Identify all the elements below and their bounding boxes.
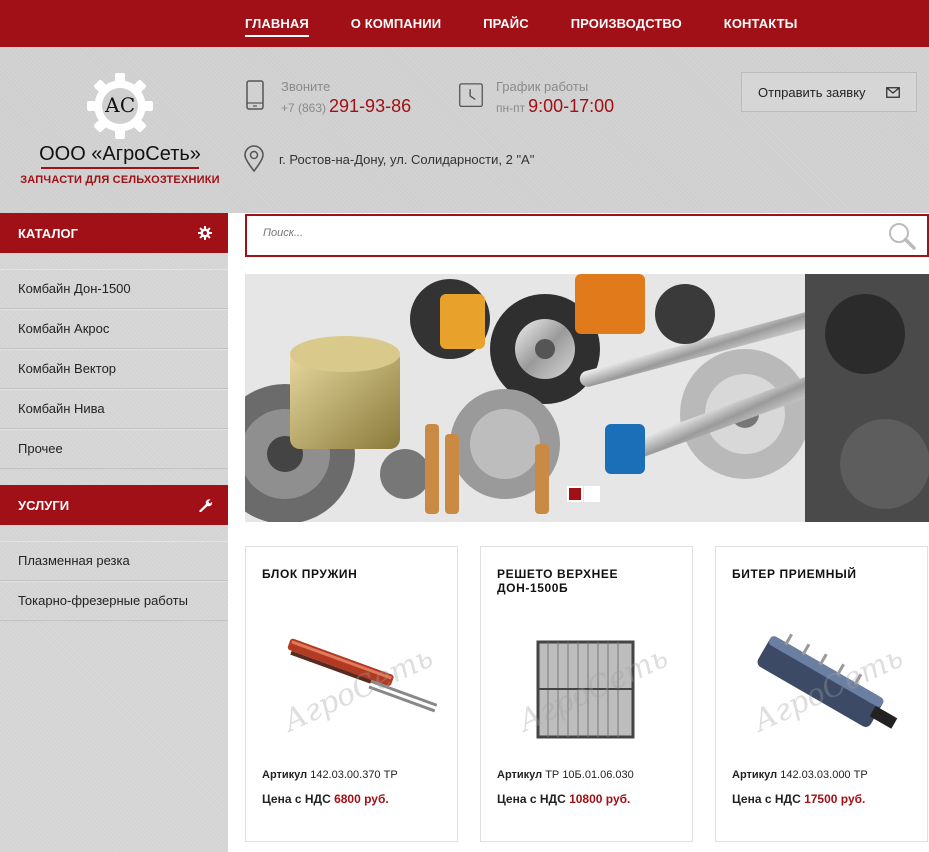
nav-item-production[interactable]: ПРОИЗВОДСТВО: [571, 0, 682, 47]
company-underline: [41, 167, 199, 169]
header: АС ООО «АгроСеть» ЗАПЧАСТИ ДЛЯ СЕЛЬХОЗТЕ…: [0, 47, 929, 213]
sku-label: Артикул: [497, 769, 543, 781]
search-bar: [245, 214, 929, 257]
slider-dot-1[interactable]: [567, 486, 583, 502]
slider-dot-2[interactable]: [584, 486, 600, 502]
send-request-button[interactable]: Отправить заявку: [741, 72, 917, 112]
price-value: 10800 руб.: [569, 792, 631, 806]
catalog-list: Комбайн Дон-1500 Комбайн Акрос Комбайн В…: [0, 253, 228, 485]
phone-prefix: +7 (863): [281, 101, 327, 115]
nav-item-price[interactable]: ПРАЙС: [483, 0, 529, 47]
product-card[interactable]: РЕШЕТО ВЕРХНЕЕ ДОН-1500Б АгроСеть Артику…: [480, 546, 693, 842]
phone-value[interactable]: +7 (863) 291-93-86: [281, 95, 411, 119]
product-title: БИТЕР ПРИЕМНЫЙ: [732, 567, 857, 581]
address-block: г. Ростов-на-Дону, ул. Солидарности, 2 "…: [243, 145, 534, 173]
top-nav: ГЛАВНАЯ О КОМПАНИИ ПРАЙС ПРОИЗВОДСТВО КО…: [0, 0, 929, 47]
sku-label: Артикул: [262, 769, 308, 781]
slider-dots: [567, 486, 601, 502]
catalog-header[interactable]: КАТАЛОГ: [0, 213, 228, 253]
service-item-plasma[interactable]: Плазменная резка: [0, 541, 228, 581]
price-value: 6800 руб.: [334, 792, 389, 806]
services-list: Плазменная резка Токарно-фрезерные работ…: [0, 525, 228, 621]
sku-value: 142.03.00.370 ТР: [310, 769, 398, 781]
company-name: ООО «АгроСеть»: [39, 143, 201, 165]
product-title: РЕШЕТО ВЕРХНЕЕ ДОН-1500Б: [497, 567, 619, 595]
envelope-icon: [886, 86, 900, 98]
product-image: АгроСеть: [728, 617, 918, 757]
hero-banner[interactable]: [245, 274, 929, 522]
phone-label: Звоните: [281, 79, 331, 94]
nav-item-about[interactable]: О КОМПАНИИ: [351, 0, 441, 47]
nav-items: ГЛАВНАЯ О КОМПАНИИ ПРАЙС ПРОИЗВОДСТВО КО…: [245, 0, 839, 47]
sku-value: ТР 10Б.01.06.030: [545, 769, 634, 781]
phone-icon: [246, 80, 264, 110]
send-request-label: Отправить заявку: [758, 84, 866, 100]
product-card[interactable]: БИТЕР ПРИЕМНЫЙ АгроСеть Артикул 142.03.0…: [715, 546, 928, 842]
logo-letters: АС: [105, 93, 135, 117]
price-label: Цена с НДС: [262, 792, 331, 806]
nav-item-contacts[interactable]: КОНТАКТЫ: [724, 0, 798, 47]
wrench-icon: [199, 499, 212, 512]
catalog-item-vector[interactable]: Комбайн Вектор: [0, 349, 228, 389]
product-title: БЛОК ПРУЖИН: [262, 567, 358, 581]
product-price: Цена с НДС 17500 руб.: [732, 792, 865, 806]
schedule-block: График работы пн-пт 9:00-17:00: [458, 79, 614, 119]
product-price: Цена с НДС 6800 руб.: [262, 792, 389, 806]
product-image: АгроСеть: [258, 617, 448, 757]
price-value: 17500 руб.: [804, 792, 866, 806]
search-input[interactable]: [263, 227, 863, 239]
product-sku: Артикул 142.03.03.000 ТР: [732, 769, 868, 781]
spare-parts-image: [245, 274, 929, 522]
sku-label: Артикул: [732, 769, 778, 781]
product-sku: Артикул 142.03.00.370 ТР: [262, 769, 398, 781]
catalog-item-don1500[interactable]: Комбайн Дон-1500: [0, 269, 228, 309]
schedule-value: пн-пт 9:00-17:00: [496, 95, 614, 119]
gear-icon: [198, 226, 212, 240]
phone-block: Звоните +7 (863) 291-93-86: [243, 79, 411, 119]
price-label: Цена с НДС: [497, 792, 566, 806]
services-title: УСЛУГИ: [18, 497, 70, 513]
schedule-hours: 9:00-17:00: [528, 96, 615, 116]
map-pin-icon: [244, 145, 264, 173]
search-icon[interactable]: [887, 221, 917, 251]
address-text: г. Ростов-на-Дону, ул. Солидарности, 2 "…: [279, 151, 535, 167]
catalog-title: КАТАЛОГ: [18, 225, 78, 241]
sku-value: 142.03.03.000 ТР: [780, 769, 868, 781]
catalog-item-niva[interactable]: Комбайн Нива: [0, 389, 228, 429]
nav-item-home[interactable]: ГЛАВНАЯ: [245, 0, 309, 47]
clock-icon: [459, 83, 483, 108]
company-tagline: ЗАПЧАСТИ ДЛЯ СЕЛЬХОЗТЕХНИКИ: [20, 174, 220, 186]
product-image: АгроСеть: [493, 617, 683, 757]
product-price: Цена с НДС 10800 руб.: [497, 792, 630, 806]
product-sku: Артикул ТР 10Б.01.06.030: [497, 769, 634, 781]
service-item-milling[interactable]: Токарно-фрезерные работы: [0, 581, 228, 621]
catalog-item-acros[interactable]: Комбайн Акрос: [0, 309, 228, 349]
phone-number: 291-93-86: [329, 96, 412, 116]
sidebar: КАТАЛОГ Комбайн Дон-1500 Комбайн Акрос К…: [0, 213, 228, 852]
product-card[interactable]: БЛОК ПРУЖИН АгроСеть Артикул 142.03.00.3…: [245, 546, 458, 842]
schedule-label: График работы: [496, 79, 589, 94]
price-label: Цена с НДС: [732, 792, 801, 806]
catalog-item-other[interactable]: Прочее: [0, 429, 228, 469]
services-header[interactable]: УСЛУГИ: [0, 485, 228, 525]
logo-gear-icon: АС: [87, 73, 153, 139]
schedule-days: пн-пт: [496, 101, 526, 115]
logo[interactable]: АС ООО «АгроСеть» ЗАПЧАСТИ ДЛЯ СЕЛЬХОЗТЕ…: [20, 72, 220, 186]
